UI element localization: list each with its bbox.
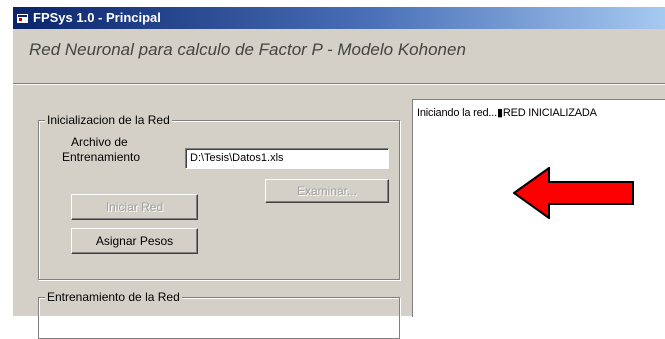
header-title: Red Neuronal para calculo de Factor P - … — [29, 40, 466, 59]
title-bar[interactable]: FPSys 1.0 - Principal — [13, 7, 665, 29]
training-file-input[interactable]: D:\Tesis\Datos1.xls — [185, 148, 389, 169]
init-group-title: Inicializacion de la Red — [45, 113, 172, 127]
assign-weights-button[interactable]: Asignar Pesos — [71, 228, 198, 254]
main-window: FPSys 1.0 - Principal Red Neuronal para … — [12, 6, 665, 339]
window-title: FPSys 1.0 - Principal — [33, 10, 161, 25]
log-output-text: Iniciando la red...▮RED INICIALIZADA — [417, 107, 597, 119]
browse-button[interactable]: Examinar... — [265, 179, 389, 203]
train-group-title: Entrenamiento de la Red — [45, 290, 182, 304]
app-icon — [17, 14, 28, 23]
file-label-line1: Archivo de — [71, 135, 128, 149]
header-divider — [13, 83, 665, 85]
file-label-line2: Entrenamiento — [62, 150, 141, 164]
train-groupbox: Entrenamiento de la Red — [38, 290, 400, 339]
start-network-button[interactable]: Iniciar Red — [71, 194, 198, 220]
red-arrow-icon — [513, 167, 634, 219]
